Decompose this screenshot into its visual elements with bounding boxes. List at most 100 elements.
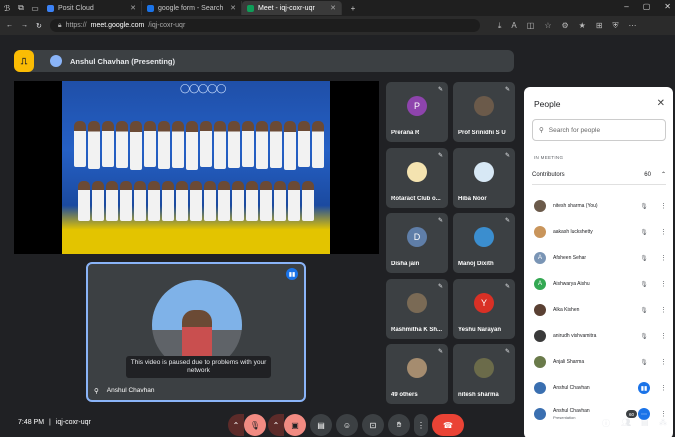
profile-icon[interactable]: ℬ [0,1,14,15]
participant-tile[interactable]: ✎ 49 others [386,344,448,404]
participant-avatar [474,227,494,247]
more-vert-icon[interactable]: ⋮ [660,254,667,262]
read-aloud-icon[interactable]: A [511,21,516,31]
tab-google-form-search[interactable]: google form - Search ✕ [142,1,242,15]
mic-off-icon: ✎ [437,87,443,93]
meeting-time-code: 7:48 PM | iqj-coxr-uqr [18,419,91,426]
favorite-icon[interactable]: ☆ [544,21,551,31]
participant-name: Prof Srinidhi S U [458,130,506,136]
present-button[interactable]: ⊡ [362,414,384,436]
video-options-button[interactable]: ⌃ [268,414,284,436]
self-video-tile[interactable]: ▮▮ This video is paused due to problems … [86,262,306,402]
more-vert-icon[interactable]: ⋮ [660,384,667,392]
people-list-item[interactable]: nitesh sharma (You) 🎙︎ ⋮ [534,193,667,219]
chevron-up-icon[interactable]: ⌃ [661,171,666,178]
extensions-icon[interactable]: ⚙ [562,21,569,31]
participant-tile[interactable]: ✎ Prof Srinidhi S U [453,82,515,142]
close-tab-icon[interactable]: ✕ [230,4,236,12]
avatar [534,200,546,212]
mic-off-icon: 🎙︎ [640,359,648,366]
in-meeting-label: IN MEETING [534,155,564,160]
chevron-up-icon: ⌃ [232,420,240,430]
browser-tab-bar: ℬ ⧉ ▭ Posit Cloud ✕ google form - Search… [0,0,675,16]
reload-icon[interactable]: ↻ [36,22,42,30]
more-vert-icon[interactable]: ⋮ [660,358,667,366]
audio-options-button[interactable]: ⌃ [228,414,244,436]
raise-hand-button[interactable]: ✋︎ [388,414,410,436]
tab-posit-cloud[interactable]: Posit Cloud ✕ [42,1,142,15]
people-list-item[interactable]: Anjali Sharma 🎙︎ ⋮ [534,349,667,375]
posit-favicon-icon [47,4,54,12]
participant-avatar [474,358,494,378]
people-list-item[interactable]: anirudh vishvamitra 🎙︎ ⋮ [534,323,667,349]
people-list-item[interactable]: A Aishwarya Aishu 🎙︎ ⋮ [534,271,667,297]
contributors-section-header[interactable]: Contributors 60 ⌃ [532,165,666,185]
tab-actions-icon[interactable]: ▭ [28,1,42,15]
shield-icon[interactable]: ⛨ [613,21,619,31]
more-options-button[interactable]: ⋮ [414,414,428,436]
participant-tile[interactable]: ✎ Rashmitha K Sh... [386,279,448,339]
more-vert-icon[interactable]: ⋮ [660,228,667,236]
people-list-item[interactable]: Alka Kishen 🎙︎ ⋮ [534,297,667,323]
people-icon[interactable]: 👥︎ [621,418,631,427]
people-list-name: Alka Kishen [553,306,580,313]
audio-level-icon: ▮▮ [638,382,650,394]
mic-off-icon: 🎙︎ [640,229,648,236]
team-photo: ◯◯◯◯◯ [62,81,330,254]
participant-tile[interactable]: ✎ D Disha jain [386,213,448,273]
download-icon[interactable]: ⤓ [498,21,502,31]
more-vert-icon[interactable]: ⋮ [660,306,667,314]
presenter-avatar [50,55,62,67]
presentation-icon[interactable]: ⎍ [14,50,34,72]
favorites-bar-icon[interactable]: ★ [579,21,586,31]
chat-icon[interactable]: ▤ [641,418,649,427]
search-people-input[interactable]: ⚲ Search for people [532,119,666,141]
info-icon[interactable]: ⓘ [602,418,610,429]
participant-tile[interactable]: ✎ Manoj Dixith [453,213,515,273]
self-name-label: ⚲ Anshul Chavhan [94,387,155,395]
maximize-button[interactable]: ▢ [643,2,651,11]
participant-tile[interactable]: ✎ Hiba Noor [453,148,515,208]
people-count-badge: 60 [626,410,637,418]
participant-tile[interactable]: ✎ Rotaract Club o... [386,148,448,208]
people-list-name: anirudh vishvamitra [553,332,597,339]
collections-icon[interactable]: ⊞ [596,21,603,31]
back-icon[interactable]: ← [6,22,13,29]
participant-tile[interactable]: ✎ Y Yeshu Narayan [453,279,515,339]
new-tab-button[interactable]: + [346,1,360,15]
more-vert-icon[interactable]: ⋮ [660,332,667,340]
participant-tile[interactable]: ✎ P Prerana R [386,82,448,142]
close-tab-icon[interactable]: ✕ [130,4,136,12]
participant-tile[interactable]: ✎ nitesh sharma [453,344,515,404]
people-list-item[interactable]: Anshul Chavhan ▮▮ ⋮ [534,375,667,401]
microphone-button[interactable]: 🎙︎ [244,414,266,436]
leave-call-button[interactable]: ☎ [432,414,464,436]
activities-icon[interactable]: ⁂ [659,418,667,427]
pin-icon[interactable]: ⚲ [94,387,99,395]
mic-off-icon: ✎ [437,349,443,355]
more-vert-icon[interactable]: ⋮ [660,202,667,210]
presentation-view[interactable]: ◯◯◯◯◯ [14,81,379,254]
close-window-button[interactable]: ✕ [664,2,671,11]
participant-avatar: Y [474,293,494,313]
more-icon[interactable]: ⋯ [629,21,637,31]
more-vert-icon[interactable]: ⋮ [660,280,667,288]
close-panel-button[interactable]: ✕ [657,98,665,109]
forward-icon[interactable]: → [21,22,28,29]
avatar [534,382,546,394]
reactions-button[interactable]: ☺ [336,414,358,436]
mic-off-icon: 🎙︎ [640,255,648,262]
captions-button[interactable]: ▤ [310,414,332,436]
tab-meet[interactable]: Meet - iqj-coxr-uqr ✕ [242,1,342,15]
url-field[interactable]: 🔒︎ https://meet.google.com/iqj-coxr-uqr [49,19,480,32]
workspaces-icon[interactable]: ⧉ [14,1,28,15]
split-screen-icon[interactable]: ◫ [527,21,535,31]
participant-name: Yeshu Narayan [458,327,502,333]
camera-button[interactable]: ▣ [284,414,306,436]
people-list-item[interactable]: A Afsheen Sehar 🎙︎ ⋮ [534,245,667,271]
minimize-button[interactable]: – [624,2,628,11]
presenting-banner: ⎍ Anshul Chavhan (Presenting) [14,50,514,72]
video-paused-message: This video is paused due to problems wit… [126,356,271,379]
people-list-item[interactable]: aakash luckshetty 🎙︎ ⋮ [534,219,667,245]
close-tab-icon[interactable]: ✕ [330,4,336,12]
